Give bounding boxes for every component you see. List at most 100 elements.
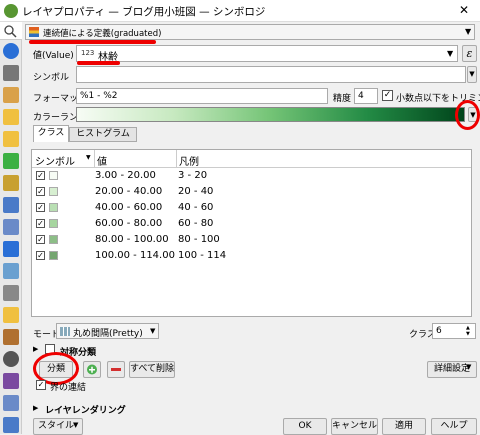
class-value[interactable]: 3.00 - 20.00 [95, 170, 156, 181]
class-value[interactable]: 40.00 - 60.00 [95, 202, 162, 213]
class-legend[interactable]: 20 - 40 [178, 186, 213, 197]
link-boundaries-checkbox[interactable]: ✓ [36, 380, 46, 390]
expression-button[interactable]: ε [462, 45, 477, 62]
class-visible-checkbox[interactable]: ✓ [36, 235, 45, 244]
table-row[interactable]: ✓ 80.00 - 100.00 80 - 100 [32, 232, 472, 248]
help-button[interactable]: ヘルプ [431, 418, 477, 435]
class-legend[interactable]: 100 - 114 [178, 250, 226, 261]
class-visible-checkbox[interactable]: ✓ [36, 251, 45, 260]
remove-class-button[interactable] [107, 361, 125, 378]
attributes-form-icon[interactable] [3, 219, 19, 235]
metadata-icon[interactable] [3, 395, 19, 411]
symbology-icon[interactable] [3, 87, 19, 103]
class-color-swatch[interactable] [49, 235, 58, 244]
mode-value: 丸め間隔(Pretty) [73, 329, 143, 339]
classes-table[interactable]: シンボル ▼ 値 凡例 ✓ 3.00 - 20.00 3 - 20 ✓ 20.00 - … [31, 149, 472, 317]
chevron-down-icon: ▼ [73, 421, 79, 429]
chevron-down-icon: ▼ [466, 363, 472, 371]
header-value[interactable]: 値 [97, 153, 107, 168]
properties-sidebar [0, 22, 22, 434]
delete-all-button[interactable]: すべて削除 [129, 361, 175, 378]
numeric-field-icon: 123 [81, 49, 95, 57]
class-value[interactable]: 80.00 - 100.00 [95, 234, 169, 245]
masks-icon[interactable] [3, 131, 19, 147]
auxiliary-storage-icon[interactable] [3, 263, 19, 279]
class-value[interactable]: 20.00 - 40.00 [95, 186, 162, 197]
header-symbol[interactable]: シンボル [35, 153, 75, 168]
apply-button[interactable]: 適用 [382, 418, 426, 435]
temporal-icon[interactable] [3, 351, 19, 367]
labels-icon[interactable] [3, 109, 19, 125]
cancel-button[interactable]: キャンセル [331, 418, 378, 435]
symbol-dropdown-button[interactable]: ▼ [467, 66, 477, 83]
actions-icon[interactable] [3, 285, 19, 301]
sort-down-icon: ▼ [86, 154, 91, 161]
class-visible-checkbox[interactable]: ✓ [36, 219, 45, 228]
chevron-down-icon: ▼ [150, 327, 156, 335]
add-class-icon [87, 364, 97, 375]
class-legend[interactable]: 60 - 80 [178, 218, 213, 229]
class-visible-checkbox[interactable]: ✓ [36, 187, 45, 196]
source-icon[interactable] [3, 65, 19, 81]
table-row[interactable]: ✓ 3.00 - 20.00 3 - 20 [32, 168, 472, 184]
layer-rendering-label[interactable]: レイヤレンダリング [45, 403, 126, 416]
mode-dropdown[interactable]: 丸め間隔(Pretty) ▼ [56, 323, 159, 339]
renderer-dropdown[interactable]: 連続値による定義(graduated) ▼ [25, 24, 475, 40]
precision-spinbox[interactable]: 4 [354, 88, 378, 104]
close-icon[interactable]: ✕ [459, 3, 469, 17]
table-row[interactable]: ✓ 40.00 - 60.00 40 - 60 [32, 200, 472, 216]
value-field-combo[interactable]: 123 林齢 ▼ [76, 45, 458, 63]
dependencies-icon[interactable] [3, 417, 19, 433]
class-color-swatch[interactable] [49, 251, 58, 260]
class-visible-checkbox[interactable]: ✓ [36, 171, 45, 180]
add-class-button[interactable] [83, 361, 101, 378]
trim-checkbox[interactable]: ✓ [382, 90, 393, 101]
spinbox-arrows-icon: ▲ ▼ [466, 325, 470, 337]
ok-button[interactable]: OK [283, 418, 327, 435]
information-icon[interactable] [3, 43, 19, 59]
class-visible-checkbox[interactable]: ✓ [36, 203, 45, 212]
class-color-swatch[interactable] [49, 203, 58, 212]
class-legend[interactable]: 80 - 100 [178, 234, 220, 245]
table-row[interactable]: ✓ 20.00 - 40.00 20 - 40 [32, 184, 472, 200]
classes-spinbox[interactable]: 6 ▲ ▼ [432, 323, 476, 339]
tab-classes[interactable]: クラス [33, 125, 69, 142]
symbol-preview-button[interactable] [76, 66, 466, 83]
joins-icon[interactable] [3, 241, 19, 257]
class-legend[interactable]: 40 - 60 [178, 202, 213, 213]
format-value: %1 - %2 [80, 91, 118, 101]
search-icon [4, 25, 17, 38]
class-color-swatch[interactable] [49, 219, 58, 228]
header-legend[interactable]: 凡例 [179, 153, 199, 168]
annotation-circle [455, 100, 480, 130]
class-value[interactable]: 60.00 - 80.00 [95, 218, 162, 229]
rendering-icon[interactable] [3, 329, 19, 345]
remove-class-icon [111, 368, 121, 371]
variables-icon[interactable] [3, 373, 19, 389]
class-value[interactable]: 100.00 - 114.00 [95, 250, 175, 261]
expand-arrow-icon[interactable]: ▶ [33, 404, 38, 412]
diagrams-icon[interactable] [3, 175, 19, 191]
collapse-arrow-icon[interactable]: ▶ [33, 345, 38, 353]
symbol-label: シンボル [33, 73, 70, 83]
3d-view-icon[interactable] [3, 153, 19, 169]
table-body: ✓ 3.00 - 20.00 3 - 20 ✓ 20.00 - 40.00 20 - 40… [32, 168, 471, 268]
chevron-down-icon: ▼ [447, 49, 454, 58]
title-bar: レイヤプロパティ — ブログ用小班図 — シンボロジ ✕ [0, 0, 480, 22]
precision-label: 精度 [333, 94, 352, 104]
display-icon[interactable] [3, 307, 19, 323]
sidebar-search[interactable] [0, 22, 22, 40]
table-row[interactable]: ✓ 100.00 - 114.00 100 - 114 [32, 248, 472, 264]
class-color-swatch[interactable] [49, 171, 58, 180]
precision-value: 4 [358, 91, 364, 101]
column-divider [94, 150, 95, 167]
pretty-breaks-icon [60, 327, 70, 336]
color-ramp-button[interactable] [76, 107, 465, 122]
class-legend[interactable]: 3 - 20 [178, 170, 207, 181]
format-input[interactable]: %1 - %2 [76, 88, 328, 104]
table-row[interactable]: ✓ 60.00 - 80.00 60 - 80 [32, 216, 472, 232]
tab-histogram[interactable]: ヒストグラム [69, 127, 137, 142]
class-color-swatch[interactable] [49, 187, 58, 196]
fields-icon[interactable] [3, 197, 19, 213]
graduated-renderer-icon [29, 27, 39, 37]
